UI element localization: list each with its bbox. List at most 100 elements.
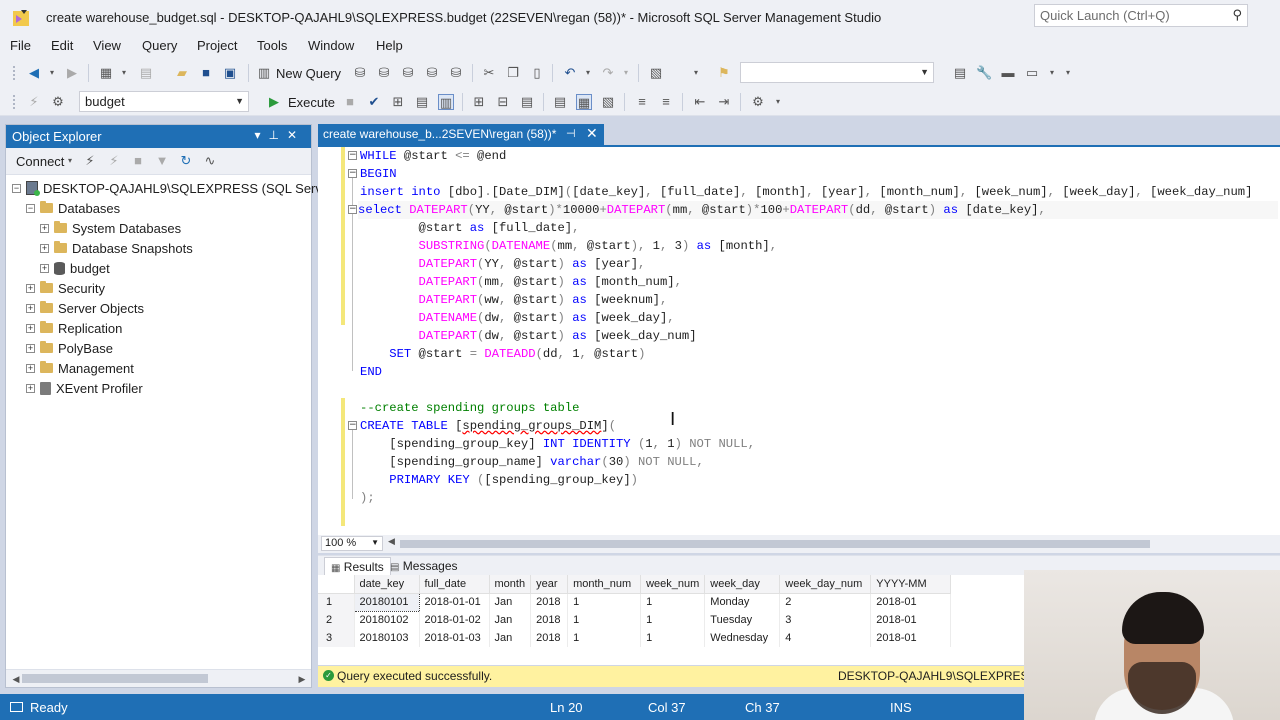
pin-icon[interactable]: ⊣ (566, 127, 576, 140)
menu-window[interactable]: Window (308, 38, 354, 53)
table-row[interactable]: 1 20180101 2018-01-01 Jan 2018 1 1 Monda… (318, 592, 952, 612)
quick-launch-input[interactable]: Quick Launch (Ctrl+Q) ⚲ (1034, 4, 1248, 27)
add-item-icon[interactable]: ▤ (138, 65, 154, 81)
cut-icon[interactable]: ✂ (481, 65, 497, 81)
execute-icon[interactable]: ▶ (266, 94, 282, 110)
refresh-icon[interactable]: ↻ (178, 153, 194, 169)
expand-icon[interactable]: + (26, 383, 35, 393)
close-icon[interactable]: ✕ (287, 128, 305, 142)
chevron-down-icon[interactable]: ▼ (371, 538, 379, 547)
sql-editor[interactable]: − − − − WHILE @start <= @end BEGIN inser… (318, 145, 1280, 535)
uncomment-icon[interactable]: ≡ (658, 94, 674, 110)
back-dropdown-icon[interactable]: ▾ (44, 65, 60, 81)
zoom-select[interactable]: 100 % ▼ (321, 536, 383, 551)
table-cell[interactable]: 2018-01 (870, 593, 952, 611)
table-cell[interactable]: 2 (779, 593, 872, 611)
comment-out-icon[interactable]: ≡ (634, 94, 650, 110)
table-cell[interactable]: 1 (567, 629, 642, 647)
specify-template-values-icon[interactable]: ⚙ (750, 94, 766, 110)
results-to-file-icon[interactable]: ▧ (600, 94, 616, 110)
document-tab[interactable]: create warehouse_b...2SEVEN\regan (58))*… (318, 124, 604, 145)
pin-icon[interactable]: ⊥ (268, 128, 286, 142)
table-row[interactable]: 3 20180103 2018-01-03 Jan 2018 1 1 Wedne… (318, 629, 952, 647)
find-combo[interactable]: ▼ (740, 62, 934, 83)
tree-item-server[interactable]: − DESKTOP-QAJAHL9\SQLEXPRESS (SQL Server… (12, 178, 344, 198)
include-actual-plan-icon[interactable]: ⊞ (471, 94, 487, 110)
close-icon[interactable]: ✕ (586, 125, 598, 142)
open-file-icon[interactable]: ▰ (174, 65, 190, 81)
paste-icon[interactable]: ▯ (529, 65, 545, 81)
expand-icon[interactable]: + (26, 363, 35, 373)
object-explorer-icon[interactable]: ▤ (952, 65, 968, 81)
tree-item-databases[interactable]: − Databases (26, 198, 120, 218)
filter-icon[interactable]: ▼ (154, 153, 170, 169)
cancel-query-icon[interactable]: ■ (342, 94, 358, 110)
menu-project[interactable]: Project (197, 38, 237, 53)
expand-icon[interactable]: + (26, 303, 35, 313)
layout-dropdown-icon[interactable]: ▾ (1044, 65, 1060, 81)
column-header[interactable]: full_date (419, 575, 490, 594)
toolbar-grip[interactable] (12, 94, 16, 110)
disconnect-icon[interactable]: ⚡ (106, 153, 122, 169)
table-cell[interactable]: 4 (779, 629, 872, 647)
column-header[interactable]: week_day_num (779, 575, 872, 594)
scrollbar-thumb[interactable] (22, 674, 208, 683)
panel-window-controls[interactable]: ▾⊥✕ (254, 128, 305, 142)
connect-icon[interactable]: ⚡ (26, 94, 42, 110)
connect-button[interactable]: Connect (16, 154, 64, 169)
column-header[interactable]: year (530, 575, 569, 594)
copy-icon[interactable]: ❐ (505, 65, 521, 81)
increase-indent-icon[interactable]: ⇥ (716, 94, 732, 110)
activity-monitor-icon[interactable]: ▧ (648, 65, 664, 81)
dmx-query-icon[interactable]: ⛁ (400, 65, 416, 81)
table-cell[interactable]: 1 (567, 611, 642, 629)
client-statistics-icon[interactable]: ▤ (519, 94, 535, 110)
menu-query[interactable]: Query (142, 38, 177, 53)
table-cell[interactable]: 3 (779, 611, 872, 629)
scrollbar-thumb[interactable] (400, 540, 1150, 548)
expand-icon[interactable]: + (26, 343, 35, 353)
tab-results[interactable]: ▦ Results (324, 557, 391, 575)
results-to-text-icon[interactable]: ▤ (552, 94, 568, 110)
execute-button[interactable]: Execute (288, 95, 335, 110)
expand-icon[interactable]: + (26, 323, 35, 333)
toolbox-icon[interactable]: ▬ (1000, 65, 1016, 81)
table-cell[interactable]: Jan (489, 593, 532, 611)
table-cell[interactable]: 2018-01 (870, 611, 952, 629)
redo-dropdown-icon[interactable]: ▾ (618, 65, 634, 81)
table-cell[interactable]: Jan (489, 611, 532, 629)
table-cell[interactable]: 1 (640, 629, 706, 647)
solution-config-dropdown-icon[interactable]: ▾ (688, 65, 704, 81)
tree-item-budget-database[interactable]: + budget (40, 258, 110, 278)
save-icon[interactable]: ■ (198, 65, 214, 81)
table-cell[interactable]: 2018-01-02 (419, 611, 490, 629)
scroll-left-icon[interactable]: ◀ (388, 536, 395, 547)
column-header[interactable]: month_num (567, 575, 642, 594)
tab-messages[interactable]: ▤ Messages (384, 557, 464, 575)
menu-file[interactable]: File (10, 38, 31, 53)
table-cell[interactable]: Tuesday (704, 611, 781, 629)
table-cell[interactable]: 20180101 (353, 592, 420, 612)
collapse-icon[interactable]: − (348, 205, 357, 214)
editor-horizontal-scrollbar[interactable]: ◀ (388, 536, 1278, 549)
save-all-icon[interactable]: ▣ (222, 65, 238, 81)
xmla-query-icon[interactable]: ⛁ (424, 65, 440, 81)
column-header[interactable]: date_key (354, 575, 420, 594)
dax-query-icon[interactable]: ⛁ (448, 65, 464, 81)
table-cell[interactable]: 2018 (530, 593, 569, 611)
new-project-dropdown-icon[interactable]: ▾ (116, 65, 132, 81)
tree-item-database-snapshots[interactable]: + Database Snapshots (40, 238, 193, 258)
menu-view[interactable]: View (93, 38, 121, 53)
table-cell[interactable]: 2018-01-01 (419, 593, 490, 611)
tree-item-system-databases[interactable]: + System Databases (40, 218, 181, 238)
toolbar-options-icon[interactable]: ▾ (1060, 65, 1076, 81)
database-engine-query-icon[interactable]: ⛁ (352, 65, 368, 81)
table-cell[interactable]: Monday (704, 593, 781, 611)
horizontal-scrollbar[interactable]: ◀ ▶ (6, 669, 311, 687)
collapse-icon[interactable]: − (26, 203, 35, 213)
row-number[interactable]: 3 (318, 629, 355, 647)
parse-icon[interactable]: ✔ (366, 94, 382, 110)
connect-plug-icon[interactable]: ⚡ (82, 153, 98, 169)
tree-item-replication[interactable]: + Replication (26, 318, 122, 338)
scroll-right-icon[interactable]: ▶ (294, 671, 310, 687)
